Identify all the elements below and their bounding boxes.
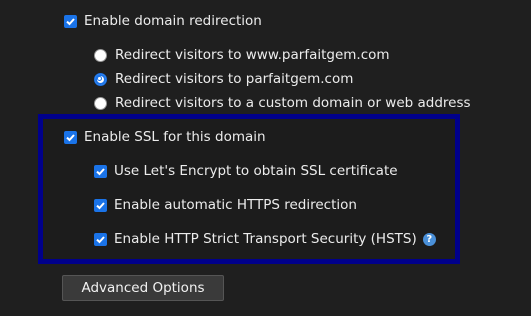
redirect-root-option[interactable]: Redirect visitors to parfaitgem.com [94,71,353,87]
redirect-www-label: Redirect visitors to www.parfaitgem.com [115,47,390,63]
help-icon[interactable]: ? [422,232,436,246]
enable-domain-redirection-row[interactable]: Enable domain redirection [64,13,262,29]
enable-domain-redirection-label: Enable domain redirection [84,13,262,29]
enable-ssl-checkbox[interactable] [64,130,77,144]
lets-encrypt-checkbox[interactable] [94,164,107,178]
redirect-custom-radio[interactable] [94,96,107,110]
lets-encrypt-label: Use Let's Encrypt to obtain SSL certific… [114,163,398,179]
enable-ssl-row[interactable]: Enable SSL for this domain [64,129,266,145]
hsts-label: Enable HTTP Strict Transport Security (H… [114,231,417,247]
https-redirect-checkbox[interactable] [94,198,107,212]
redirect-www-option[interactable]: Redirect visitors to www.parfaitgem.com [94,47,390,63]
enable-domain-redirection-checkbox[interactable] [64,14,77,28]
hsts-row[interactable]: Enable HTTP Strict Transport Security (H… [94,231,436,247]
hsts-checkbox[interactable] [94,232,107,246]
redirect-www-radio[interactable] [94,48,107,62]
advanced-options-button[interactable]: Advanced Options [62,275,224,301]
https-redirect-row[interactable]: Enable automatic HTTPS redirection [94,197,357,213]
https-redirect-label: Enable automatic HTTPS redirection [114,197,357,213]
redirect-root-label: Redirect visitors to parfaitgem.com [115,71,354,87]
lets-encrypt-row[interactable]: Use Let's Encrypt to obtain SSL certific… [94,163,398,179]
redirect-root-radio[interactable] [94,72,107,86]
redirect-custom-label: Redirect visitors to a custom domain or … [115,95,471,111]
redirect-custom-option[interactable]: Redirect visitors to a custom domain or … [94,95,471,111]
enable-ssl-label: Enable SSL for this domain [84,129,266,145]
